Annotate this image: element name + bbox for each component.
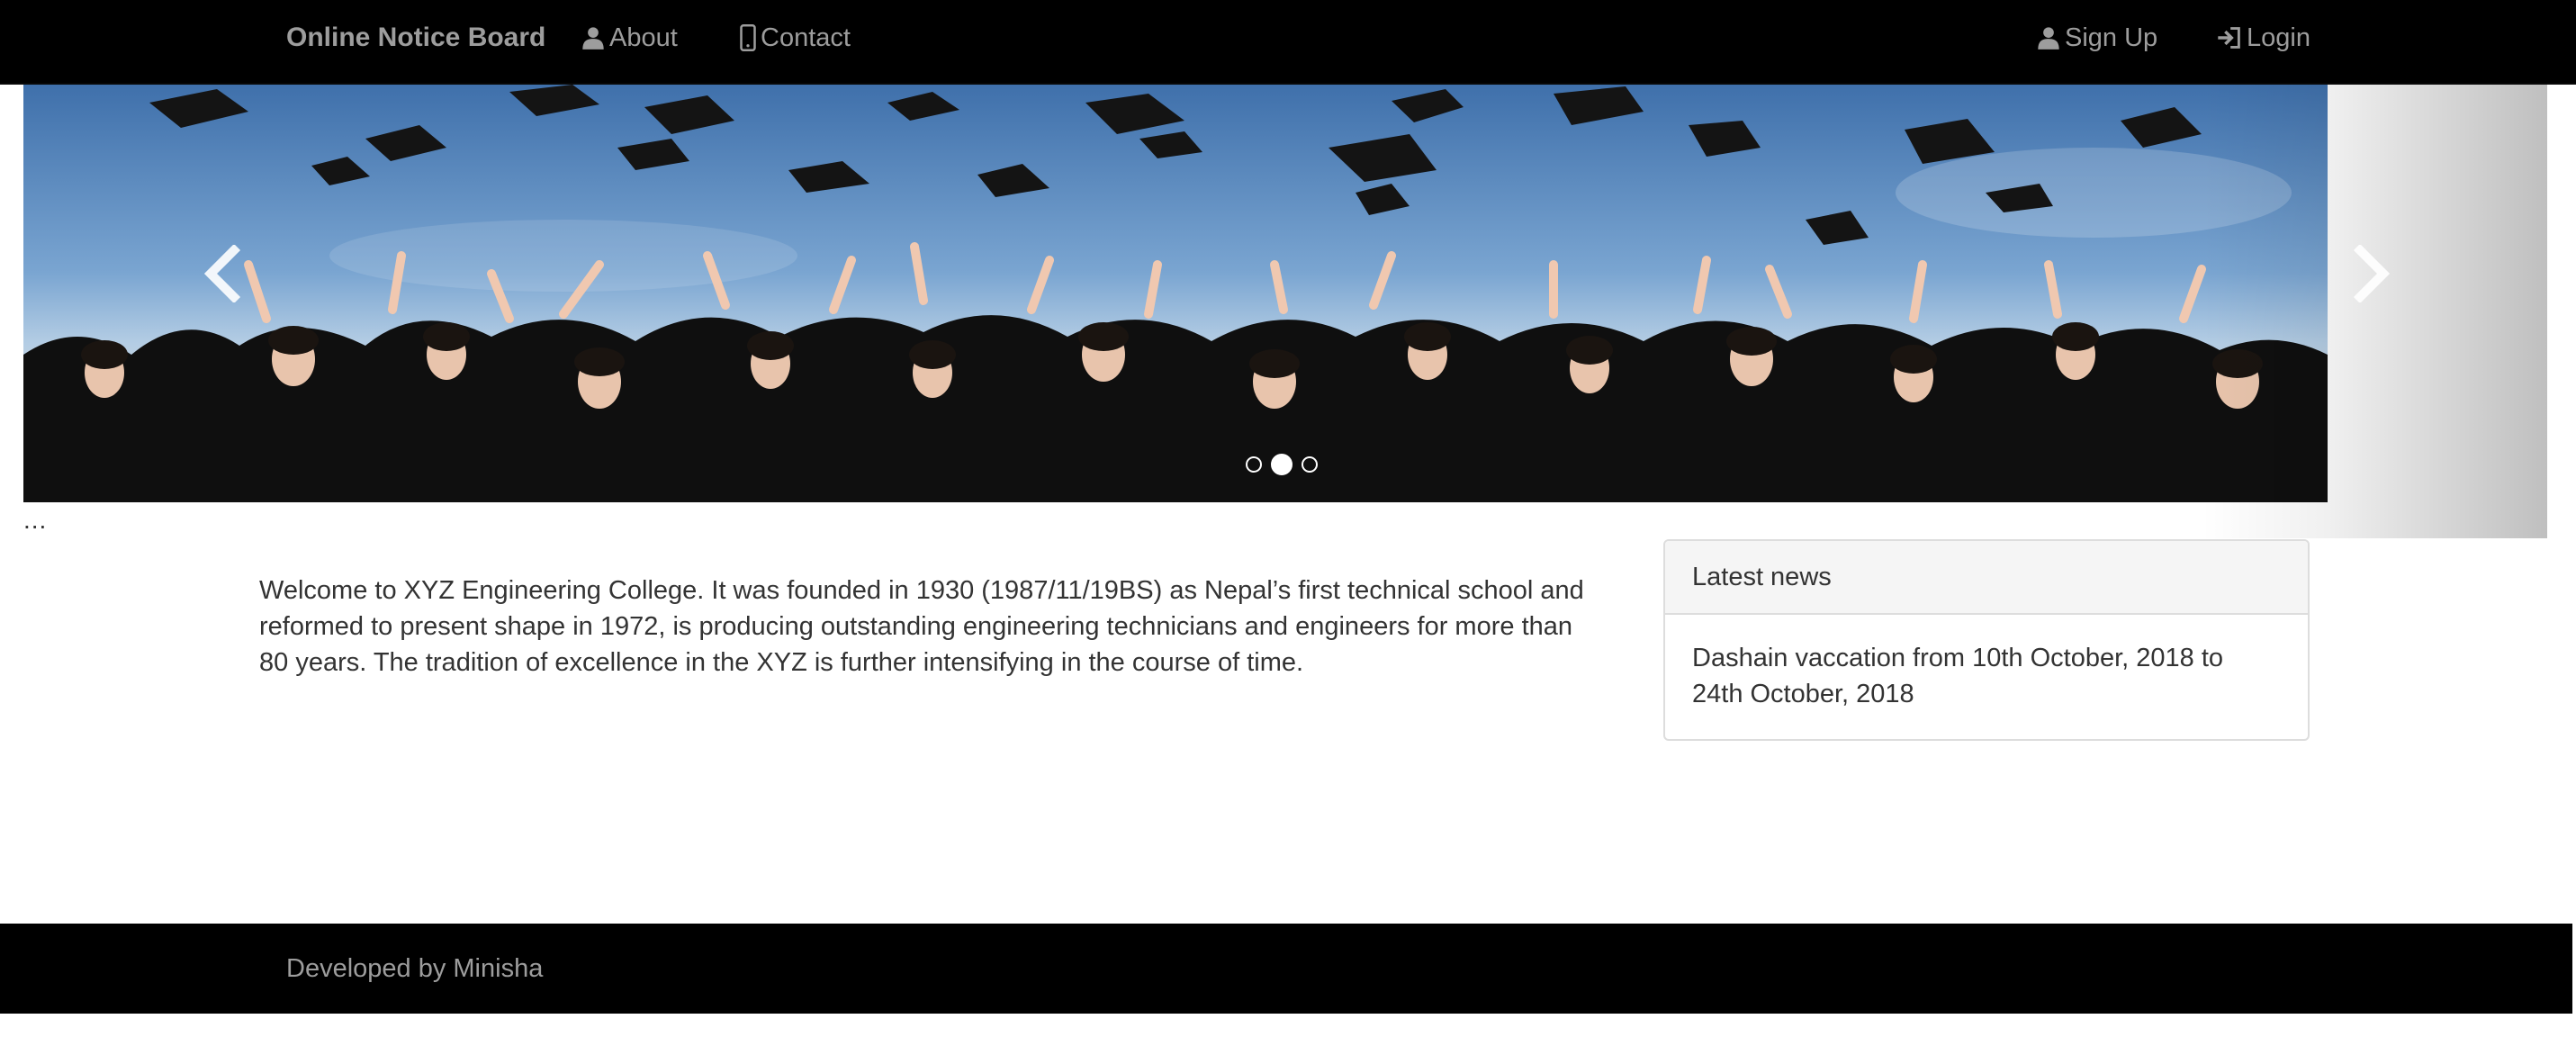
chevron-right-icon (2353, 245, 2391, 302)
carousel-next-button[interactable] (2346, 238, 2400, 310)
brand-link[interactable]: Online Notice Board (286, 0, 545, 76)
nav-signup-link[interactable]: Sign Up (2036, 0, 2157, 76)
latest-news-heading: Latest news (1665, 541, 2308, 615)
news-item: Dashain vaccation from 10th October, 201… (1692, 644, 2224, 708)
phone-icon (740, 24, 756, 51)
carousel-indicators (1246, 452, 1318, 477)
carousel-indicator-2[interactable] (1271, 454, 1293, 475)
nav-contact-link[interactable]: Contact (739, 0, 851, 76)
nav-login-label: Login (2247, 23, 2310, 52)
latest-news-panel: Latest news Dashain vaccation from 10th … (1663, 539, 2310, 741)
nav-login-link[interactable]: Login (2216, 0, 2310, 76)
image-carousel: ... (23, 85, 2547, 538)
carousel-prev-button[interactable] (194, 238, 248, 310)
nav-signup-label: Sign Up (2065, 23, 2158, 52)
chevron-left-icon (203, 245, 241, 302)
welcome-text: Welcome to XYZ Engineering College. It w… (259, 576, 1584, 677)
nav-about-link[interactable]: About (581, 0, 678, 76)
carousel-indicator-1[interactable] (1246, 456, 1262, 473)
footer-credit: Developed by Minisha (286, 953, 544, 983)
top-navbar: Online Notice Board About Contact Sign U… (0, 0, 2576, 85)
user-icon (2038, 27, 2059, 50)
latest-news-body: Dashain vaccation from 10th October, 201… (1665, 615, 2308, 737)
nav-contact-label: Contact (761, 23, 851, 52)
user-icon (582, 27, 604, 50)
carousel-caption: ... (23, 506, 48, 534)
nav-about-label: About (609, 23, 678, 52)
login-icon (2218, 27, 2240, 49)
page-footer: Developed by Minisha (0, 924, 2572, 1014)
carousel-indicator-3[interactable] (1302, 456, 1318, 473)
